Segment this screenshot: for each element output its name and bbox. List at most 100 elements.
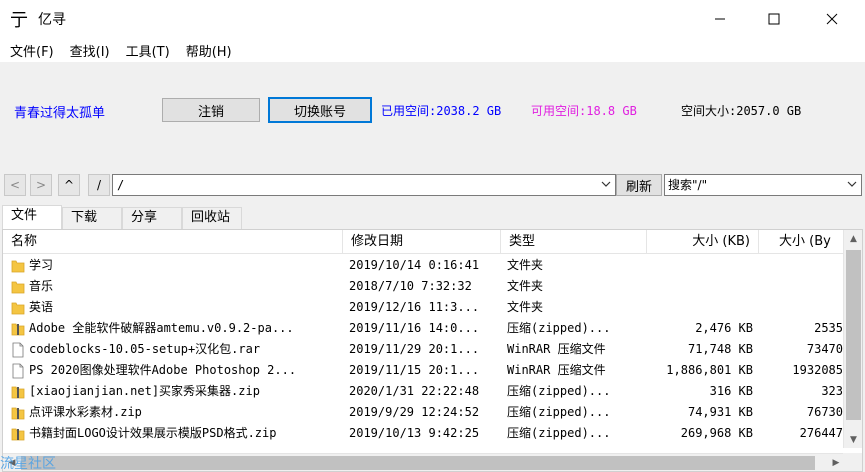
file-size-kb: [647, 255, 753, 276]
path-input[interactable]: /: [112, 174, 616, 196]
file-size-bytes: 1932085: [792, 363, 843, 377]
folder-icon: [11, 258, 25, 274]
file-name: [xiaojianjian.net]买家秀采集器.zip: [29, 384, 260, 398]
column-header-date[interactable]: 修改日期: [343, 230, 501, 254]
file-type: 文件夹: [507, 258, 544, 272]
search-input[interactable]: 搜索"/": [664, 174, 862, 196]
navigation-bar: < > ^ / / 刷新 搜索"/": [0, 172, 865, 198]
username-label: 青春过得太孤单: [14, 106, 106, 121]
column-header-size-kb[interactable]: 大小 (KB): [647, 230, 759, 254]
back-button[interactable]: <: [4, 174, 26, 196]
column-header-type[interactable]: 类型: [501, 230, 647, 254]
file-name-cell: 点评课水彩素材.zip: [11, 402, 341, 423]
close-icon: [826, 13, 838, 25]
file-date: 2019/11/15 20:1...: [349, 363, 480, 377]
table-row[interactable]: PS 2020图像处理软件Adobe Photoshop 2... 2019/11…: [3, 360, 843, 381]
vertical-scrollbar[interactable]: ▲ ▼: [843, 230, 862, 448]
menu-file[interactable]: 文件(F): [8, 39, 56, 62]
minimize-button[interactable]: [697, 0, 743, 38]
file-size-kb: 2,476 KB: [695, 321, 753, 335]
file-list: 名称 修改日期 类型 大小 (KB) 大小 (By 学习 2019/10/14 0…: [2, 229, 863, 472]
table-row[interactable]: 书籍封面LOGO设计效果展示模版PSD格式.zip 2019/10/13 9:42…: [3, 423, 843, 444]
back-icon: <: [9, 178, 21, 192]
file-date: 2019/9/29 12:24:52: [349, 405, 480, 419]
file-size-kb: 316 KB: [709, 384, 753, 398]
file-size-kb: [647, 276, 753, 297]
file-size-kb: [647, 297, 753, 318]
menu-help[interactable]: 帮助(H): [184, 39, 234, 62]
table-row[interactable]: [xiaojianjian.net]买家秀采集器.zip 2020/1/31 22…: [3, 381, 843, 402]
horizontal-scroll-thumb[interactable]: [21, 456, 815, 470]
menu-tools[interactable]: 工具(T): [124, 39, 172, 62]
path-value: /: [117, 178, 125, 192]
tab-shares[interactable]: 分享: [122, 207, 182, 229]
file-size-bytes: 2535: [814, 321, 843, 335]
file-name: 英语: [29, 300, 54, 314]
file-type: WinRAR 压缩文件: [507, 342, 606, 356]
menu-bar: 文件(F) 查找(I) 工具(T) 帮助(H): [0, 38, 865, 62]
file-date: 2020/1/31 22:22:48: [349, 384, 480, 398]
file-name-cell: PS 2020图像处理软件Adobe Photoshop 2...: [11, 360, 341, 381]
file-name-cell: 书籍封面LOGO设计效果展示模版PSD格式.zip: [11, 423, 341, 444]
file-name: codeblocks-10.05-setup+汉化包.rar: [29, 342, 261, 356]
file-size-bytes: 323: [821, 384, 843, 398]
search-dropdown-icon[interactable]: [847, 179, 857, 189]
file-name-cell: 学习: [11, 255, 341, 276]
column-header-name[interactable]: 名称: [3, 230, 343, 254]
file-name-cell: 英语: [11, 297, 341, 318]
switch-account-button[interactable]: 切换账号: [268, 97, 372, 123]
root-button[interactable]: /: [88, 174, 110, 196]
file-date: 2018/7/10 7:32:32: [349, 279, 472, 293]
file-date: 2019/10/13 9:42:25: [349, 426, 480, 440]
column-header-size-bytes[interactable]: 大小 (By: [759, 230, 843, 254]
app-logo-icon: 亍: [10, 10, 28, 31]
file-name: 点评课水彩素材.zip: [29, 405, 142, 419]
file-icon: [11, 363, 25, 379]
available-space-label: 可用空间:18.8 GB: [531, 104, 637, 118]
vertical-scroll-thumb[interactable]: [846, 250, 861, 420]
used-space-label: 已用空间:2038.2 GB: [381, 104, 502, 118]
table-row[interactable]: 英语 2019/12/16 11:3... 文件夹: [3, 297, 843, 318]
file-type: 文件夹: [507, 300, 544, 314]
table-row[interactable]: codeblocks-10.05-setup+汉化包.rar 2019/11/29…: [3, 339, 843, 360]
file-date: 2019/11/16 14:0...: [349, 321, 480, 335]
tab-files[interactable]: 文件: [2, 205, 62, 229]
file-name-cell: [xiaojianjian.net]买家秀采集器.zip: [11, 381, 341, 402]
logout-button[interactable]: 注销: [162, 98, 260, 122]
file-type: 压缩(zipped)...: [507, 426, 611, 440]
scroll-up-icon[interactable]: ▲: [844, 230, 862, 247]
file-size-kb: 74,931 KB: [687, 405, 753, 419]
forward-button[interactable]: >: [30, 174, 52, 196]
list-header: 名称 修改日期 类型 大小 (KB) 大小 (By: [3, 230, 843, 254]
file-size-bytes: 76730: [806, 405, 843, 419]
file-name: 学习: [29, 258, 54, 272]
menu-find[interactable]: 查找(I): [68, 39, 112, 62]
file-date: 2019/10/14 0:16:41: [349, 258, 480, 272]
file-date: 2019/11/29 20:1...: [349, 342, 480, 356]
chevron-down-icon[interactable]: [601, 179, 611, 189]
tab-downloads[interactable]: 下载: [62, 207, 122, 229]
up-icon: ^: [63, 178, 75, 192]
file-size-bytes: 276447: [799, 426, 843, 440]
table-row[interactable]: 音乐 2018/7/10 7:32:32 文件夹: [3, 276, 843, 297]
refresh-button[interactable]: 刷新: [616, 174, 662, 196]
folder-icon: [11, 300, 25, 316]
maximize-button[interactable]: [751, 0, 797, 38]
minimize-icon: [715, 18, 725, 20]
scroll-down-icon[interactable]: ▼: [844, 431, 862, 448]
zip-icon: [11, 321, 25, 337]
horizontal-scrollbar[interactable]: ◀ ▶: [3, 453, 845, 471]
close-button[interactable]: [809, 0, 855, 38]
file-type: 文件夹: [507, 279, 544, 293]
tab-recycle-bin[interactable]: 回收站: [182, 207, 242, 229]
file-name: PS 2020图像处理软件Adobe Photoshop 2...: [29, 363, 297, 377]
file-type: 压缩(zipped)...: [507, 384, 611, 398]
table-row[interactable]: 学习 2019/10/14 0:16:41 文件夹: [3, 255, 843, 276]
maximize-icon: [768, 13, 780, 25]
zip-icon: [11, 426, 25, 442]
up-button[interactable]: ^: [58, 174, 80, 196]
table-row[interactable]: Adobe 全能软件破解器amtemu.v0.9.2-pa... 2019/11/…: [3, 318, 843, 339]
file-size-kb: 269,968 KB: [680, 426, 753, 440]
search-value: 搜索"/": [668, 178, 708, 192]
table-row[interactable]: 点评课水彩素材.zip 2019/9/29 12:24:52 压缩(zipped).…: [3, 402, 843, 423]
